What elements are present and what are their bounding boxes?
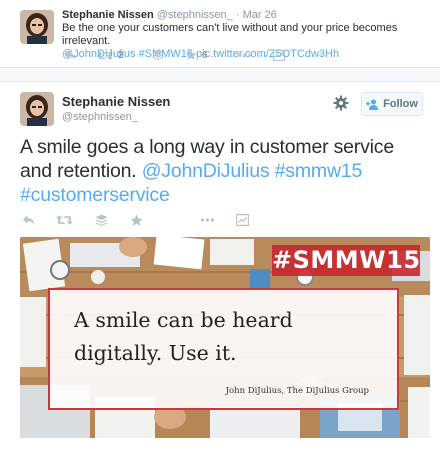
analytics-icon[interactable] bbox=[236, 212, 249, 228]
context-tweet-actions: 2 6 bbox=[62, 47, 362, 63]
author-name[interactable]: Stephanie Nissen bbox=[62, 9, 154, 21]
author-name[interactable]: Stephanie Nissen bbox=[62, 94, 170, 109]
tweet-timestamp[interactable]: Mar 26 bbox=[243, 9, 277, 21]
more-dots-icon[interactable] bbox=[200, 212, 215, 228]
mention-link[interactable]: @JohnDiJulius bbox=[142, 160, 270, 182]
quote-line-1: A smile can be heard bbox=[74, 308, 293, 332]
star-icon[interactable] bbox=[130, 212, 143, 228]
analytics-icon[interactable] bbox=[273, 47, 285, 63]
quote-card: A smile can be heard digitally. Use it. … bbox=[48, 288, 399, 410]
tweet-text: Be the one your customers can't live wit… bbox=[62, 22, 398, 47]
context-tweet[interactable]: Stephanie Nissen @stephnissen_ · Mar 26 … bbox=[0, 0, 440, 68]
quote-line-2: digitally. Use it. bbox=[74, 341, 237, 365]
star-icon bbox=[185, 49, 197, 60]
hashtag-overlay: #SMMW15 bbox=[272, 245, 421, 276]
quote-attribution: John DiJulius, The DiJulius Group bbox=[225, 386, 369, 396]
avatar[interactable] bbox=[20, 10, 54, 44]
more-dots-icon[interactable] bbox=[238, 47, 252, 63]
follow-label: Follow bbox=[383, 98, 418, 110]
hashtag-link[interactable]: #smmw15 bbox=[275, 160, 363, 182]
avatar[interactable] bbox=[20, 92, 54, 126]
retweet-count: 2 bbox=[118, 49, 124, 61]
tweet-text: A smile goes a long way in customer serv… bbox=[20, 135, 430, 207]
gear-icon[interactable] bbox=[333, 95, 349, 111]
author-handle[interactable]: @stephnissen_ bbox=[62, 111, 138, 123]
tweet-divider bbox=[0, 68, 440, 82]
reply-icon[interactable] bbox=[64, 47, 76, 63]
tweet-actions bbox=[20, 212, 260, 230]
follow-button[interactable]: Follow bbox=[361, 92, 423, 116]
favorite-count: 6 bbox=[202, 49, 208, 61]
tweet-photo[interactable]: #SMMW15 A smile can be heard digitally. … bbox=[20, 237, 430, 438]
separator: · bbox=[235, 9, 240, 21]
reply-icon[interactable] bbox=[22, 212, 35, 228]
add-person-icon bbox=[366, 99, 379, 110]
buffer-icon[interactable] bbox=[152, 47, 164, 63]
buffer-icon[interactable] bbox=[95, 212, 108, 228]
favorite-button[interactable]: 6 bbox=[185, 47, 208, 63]
retweet-icon bbox=[97, 50, 113, 60]
hashtag-link[interactable]: #customerservice bbox=[20, 184, 170, 206]
retweet-icon[interactable] bbox=[56, 212, 73, 228]
context-tweet-header: Stephanie Nissen @stephnissen_ · Mar 26 bbox=[62, 9, 277, 22]
retweet-button[interactable]: 2 bbox=[97, 47, 124, 63]
author-handle[interactable]: @stephnissen_ bbox=[157, 9, 233, 21]
